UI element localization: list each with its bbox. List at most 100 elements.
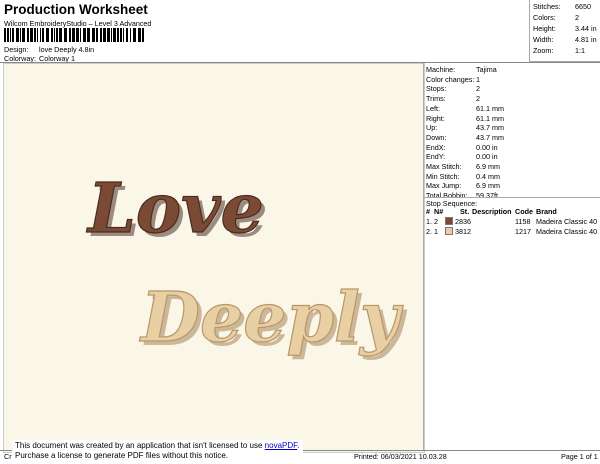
barcode-bar <box>54 28 55 42</box>
barcode-bar <box>40 28 41 42</box>
info-value: 0.00 in <box>476 142 498 152</box>
info-value: 61.1 mm <box>476 103 504 113</box>
stop-sequence-title: Stop Sequence: <box>424 197 600 208</box>
barcode-bar <box>27 28 29 42</box>
barcode-bar <box>103 28 106 42</box>
barcode-bar <box>138 28 141 42</box>
info-value: Tajima <box>476 65 497 74</box>
design-value: love Deeply 4.8in <box>39 45 95 54</box>
barcode-bar <box>123 28 124 42</box>
barcode-bar <box>113 28 116 42</box>
design-label: Design: <box>4 45 29 54</box>
info-row: Right: 61.1 mm <box>426 114 504 123</box>
info-row: Machine: Tajima <box>426 65 497 74</box>
info-value: 0.00 in <box>476 152 498 162</box>
height-row: Height: 3.44 in <box>533 24 597 33</box>
row-code: 1217 <box>515 227 531 236</box>
barcode-bar <box>12 28 14 42</box>
barcode-bar <box>42 28 44 42</box>
row-stitches: 2836 <box>445 217 471 226</box>
info-value: 0.4 mm <box>476 171 500 181</box>
info-row: Down: 43.7 mm <box>426 133 504 142</box>
row-num: 1. <box>426 217 432 226</box>
info-value: 2 <box>476 84 480 94</box>
stitches-row: Stitches: 6650 <box>533 2 591 11</box>
design-preview[interactable]: Love Love Deeply Deeply <box>3 63 425 453</box>
info-label: EndY: <box>426 152 446 162</box>
summary-box: Stitches: 6650 Colors: 2 Height: 3.44 in Wi… <box>529 0 600 62</box>
barcode-bar <box>16 28 19 42</box>
col-description: Description <box>472 207 512 216</box>
barcode-bar <box>34 28 36 42</box>
barcode-bar <box>100 28 102 42</box>
deeply-text: Deeply <box>139 278 404 358</box>
row-stitches: 3812 <box>445 227 471 236</box>
stitches-value: 6650 <box>575 2 591 11</box>
novapdf-link[interactable]: novaPDF <box>265 441 297 450</box>
panel-divider <box>423 63 424 451</box>
info-label: Right: <box>426 113 445 123</box>
color-swatch <box>445 227 453 235</box>
info-value: 2 <box>476 94 480 104</box>
zoom-value: 1:1 <box>575 46 585 55</box>
barcode-bar <box>64 28 67 42</box>
barcode-bar <box>72 28 75 42</box>
worksheet-title: Production Worksheet <box>4 2 148 17</box>
barcode-bar <box>22 28 25 42</box>
barcode-bar <box>46 28 49 42</box>
col-code: Code <box>515 207 533 216</box>
barcode-bar <box>120 28 122 42</box>
info-value: 6.9 mm <box>476 162 500 171</box>
row-needle: 2 <box>434 217 438 226</box>
barcode-bar <box>69 28 71 42</box>
zoom-row: Zoom: 1:1 <box>533 46 585 55</box>
barcode-bar <box>130 28 131 42</box>
barcode-bar <box>111 28 112 42</box>
info-row: Up: 43.7 mm <box>426 123 504 132</box>
info-row: Max Jump: 6.9 mm <box>426 181 500 190</box>
row-brand: Madeira Classic 40 <box>536 227 598 236</box>
info-row: Stops: 2 <box>426 84 480 93</box>
barcode-bar <box>83 28 86 42</box>
col-st: St. <box>460 207 470 216</box>
barcode-bar <box>56 28 58 42</box>
design-row: Design: love Deeply 4.8in <box>4 45 94 54</box>
info-value: 6.9 mm <box>476 181 500 191</box>
barcode-bar <box>87 28 90 42</box>
love-text: Love <box>86 169 264 249</box>
info-label: Max Stitch: <box>426 162 462 171</box>
barcode-bar <box>76 28 79 42</box>
col-n: N# <box>434 207 444 216</box>
info-row: Trims: 2 <box>426 94 480 103</box>
license-notice: This document was created by an applicat… <box>12 440 303 462</box>
barcode-bar <box>30 28 33 42</box>
barcode <box>4 28 144 42</box>
width-row: Width: 4.81 in <box>533 35 597 44</box>
info-label: Machine: <box>426 65 456 74</box>
barcode-bar <box>92 28 95 42</box>
barcode-bar <box>10 28 11 42</box>
barcode-bar <box>126 28 128 42</box>
row-brand: Madeira Classic 40 <box>536 217 598 226</box>
info-value: 43.7 mm <box>476 132 504 142</box>
width-value: 4.81 in <box>575 35 597 44</box>
embroidery-render: Love Love Deeply Deeply <box>85 168 407 362</box>
barcode-bar <box>51 28 53 42</box>
color-swatch <box>445 217 453 225</box>
info-label: Trims: <box>426 94 446 104</box>
colors-value: 2 <box>575 13 579 22</box>
row-needle: 1 <box>434 227 438 236</box>
info-value: 61.1 mm <box>476 113 504 123</box>
info-label: Down: <box>426 132 447 142</box>
info-value: 1 <box>476 74 480 84</box>
barcode-bar <box>20 28 21 42</box>
info-label: Color changes: <box>426 74 475 84</box>
software-subtitle: Wilcom EmbroideryStudio – Level 3 Advanc… <box>4 19 152 28</box>
row-code: 1158 <box>515 217 531 226</box>
barcode-bar <box>7 28 9 42</box>
info-label: EndX: <box>426 142 446 152</box>
barcode-bar <box>4 28 6 42</box>
footer-left-text: Cr <box>4 452 12 461</box>
barcode-bar <box>96 28 98 42</box>
info-label: Max Jump: <box>426 181 462 191</box>
